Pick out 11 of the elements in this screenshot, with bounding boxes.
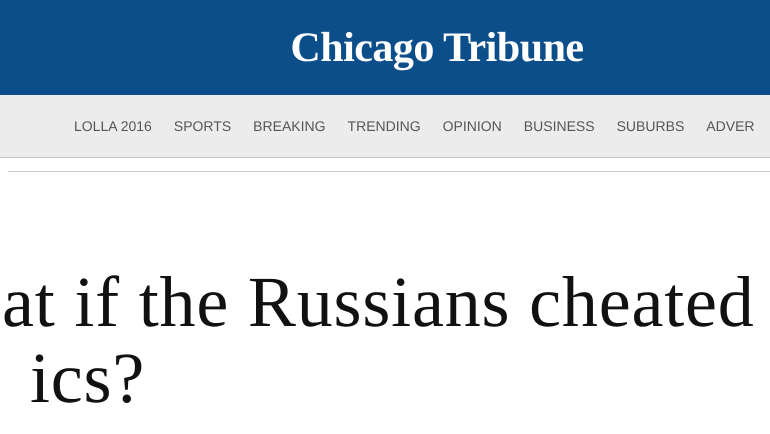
nav-link[interactable]: BREAKING (253, 118, 326, 134)
headline-line: ics? (30, 340, 146, 416)
nav-link[interactable]: ADVER (706, 118, 755, 134)
nav-link[interactable]: SUBURBS (616, 118, 684, 134)
nav-link[interactable]: OPINION (442, 118, 502, 134)
nav-link[interactable]: SPORTS (174, 118, 232, 134)
nav-link[interactable]: BUSINESS (524, 118, 595, 134)
nav-link[interactable]: TRENDING (348, 118, 421, 134)
nav-link[interactable]: LOLLA 2016 (74, 118, 152, 134)
logo[interactable]: Chicago Tribune (290, 24, 584, 72)
headline-line: at if the Russians cheated (2, 264, 755, 340)
